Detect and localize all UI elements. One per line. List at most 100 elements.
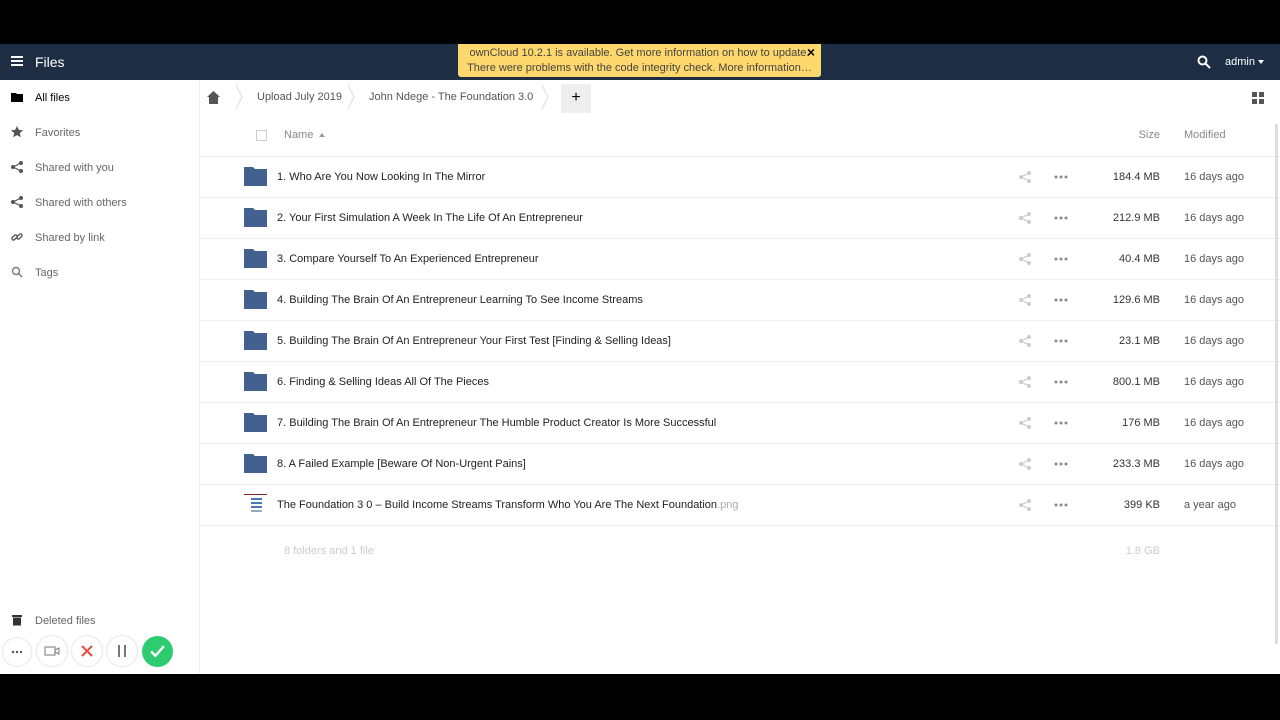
share-icon[interactable] (1019, 294, 1031, 306)
breadcrumb-separator-icon (541, 85, 549, 109)
update-notification[interactable]: ownCloud 10.2.1 is available. Get more i… (458, 44, 821, 77)
folder-icon[interactable] (244, 371, 267, 391)
share-icon[interactable] (1019, 499, 1031, 511)
check-icon (150, 645, 165, 658)
folder-icon[interactable] (244, 412, 267, 432)
file-name[interactable]: The Foundation 3 0 – Build Income Stream… (277, 499, 738, 511)
file-name[interactable]: 4. Building The Brain Of An Entrepreneur… (277, 294, 643, 306)
more-actions-icon[interactable] (1054, 335, 1068, 347)
confirm-button[interactable] (142, 636, 173, 667)
link-icon (11, 233, 23, 241)
column-name-header[interactable]: Name (284, 129, 326, 141)
file-modified: 16 days ago (1184, 294, 1244, 306)
image-thumbnail-icon[interactable] (244, 494, 267, 514)
file-name-base: 3. Compare Yourself To An Experienced En… (277, 253, 539, 265)
file-name-base: 8. A Failed Example [Beware Of Non-Urgen… (277, 458, 526, 470)
file-size: 23.1 MB (1119, 335, 1160, 347)
grid-view-icon[interactable] (1252, 92, 1264, 104)
folder-icon[interactable] (244, 248, 267, 268)
sidebar-item-shared-by-link[interactable]: Shared by link (0, 220, 199, 255)
more-options-button[interactable] (3, 638, 31, 666)
file-modified: 16 days ago (1184, 171, 1244, 183)
table-row[interactable]: The Foundation 3 0 – Build Income Stream… (199, 485, 1280, 526)
file-list: Name Size Modified 1. Who Are You Now Lo… (199, 116, 1280, 574)
breadcrumb-upload-july-2019[interactable]: Upload July 2019 (257, 91, 342, 103)
table-row[interactable]: 6. Finding & Selling Ideas All Of The Pi… (199, 362, 1280, 403)
file-name-base: 6. Finding & Selling Ideas All Of The Pi… (277, 376, 489, 388)
home-icon[interactable] (207, 91, 220, 104)
more-actions-icon[interactable] (1054, 376, 1068, 388)
more-actions-icon[interactable] (1054, 171, 1068, 183)
table-row[interactable]: 5. Building The Brain Of An Entrepreneur… (199, 321, 1280, 362)
more-actions-icon[interactable] (1054, 417, 1068, 429)
search-icon[interactable] (1197, 55, 1211, 69)
folder-icon[interactable] (244, 166, 267, 186)
pause-button[interactable] (107, 636, 137, 666)
top-header: Files ownCloud 10.2.1 is available. Get … (0, 44, 1280, 80)
share-icon[interactable] (1019, 171, 1031, 183)
file-size: 129.6 MB (1112, 294, 1160, 306)
update-notice-text[interactable]: ownCloud 10.2.1 is available. Get more i… (458, 46, 821, 61)
hamburger-menu-icon[interactable] (11, 56, 23, 68)
file-name[interactable]: 6. Finding & Selling Ideas All Of The Pi… (277, 376, 489, 388)
breadcrumb-separator-icon (347, 85, 355, 109)
sidebar-item-all-files[interactable]: All files (0, 80, 199, 115)
file-name[interactable]: 2. Your First Simulation A Week In The L… (277, 212, 583, 224)
table-row[interactable]: 7. Building The Brain Of An Entrepreneur… (199, 403, 1280, 444)
column-size-header[interactable]: Size (1139, 129, 1160, 141)
table-row[interactable]: 3. Compare Yourself To An Experienced En… (199, 239, 1280, 280)
username: admin (1225, 56, 1255, 68)
sidebar-item-shared-with-others[interactable]: Shared with others (0, 185, 199, 220)
more-actions-icon[interactable] (1054, 253, 1068, 265)
share-icon[interactable] (1019, 335, 1031, 347)
file-modified: 16 days ago (1184, 458, 1244, 470)
integrity-notice-text[interactable]: There were problems with the code integr… (458, 61, 821, 76)
folder-icon[interactable] (244, 330, 267, 350)
file-modified: a year ago (1184, 499, 1236, 511)
sidebar-item-favorites[interactable]: Favorites (0, 115, 199, 150)
sidebar-item-label: All files (35, 92, 70, 104)
share-icon[interactable] (1019, 417, 1031, 429)
sidebar-item-shared-with-you[interactable]: Shared with you (0, 150, 199, 185)
more-actions-icon[interactable] (1054, 294, 1068, 306)
more-icon (11, 650, 23, 654)
table-row[interactable]: 1. Who Are You Now Looking In The Mirror… (199, 157, 1280, 198)
sidebar-item-label: Shared with you (35, 162, 114, 174)
folder-icon (11, 93, 23, 102)
table-row[interactable]: 4. Building The Brain Of An Entrepreneur… (199, 280, 1280, 321)
table-row[interactable]: 8. A Failed Example [Beware Of Non-Urgen… (199, 444, 1280, 485)
share-icon[interactable] (1019, 376, 1031, 388)
new-button[interactable]: + (561, 84, 591, 113)
more-actions-icon[interactable] (1054, 458, 1068, 470)
file-name[interactable]: 1. Who Are You Now Looking In The Mirror (277, 171, 485, 183)
folder-icon[interactable] (244, 453, 267, 473)
sidebar-item-label: Shared by link (35, 232, 105, 244)
folder-icon[interactable] (244, 289, 267, 309)
more-actions-icon[interactable] (1054, 212, 1068, 224)
sidebar-item-deleted-files[interactable]: Deleted files (0, 603, 199, 638)
breadcrumb-current-folder[interactable]: John Ndege - The Foundation 3.0 (369, 91, 533, 103)
file-name[interactable]: 8. A Failed Example [Beware Of Non-Urgen… (277, 458, 526, 470)
more-actions-icon[interactable] (1054, 499, 1068, 511)
table-row[interactable]: 2. Your First Simulation A Week In The L… (199, 198, 1280, 239)
file-name[interactable]: 7. Building The Brain Of An Entrepreneur… (277, 417, 716, 429)
column-modified-header[interactable]: Modified (1184, 129, 1226, 141)
file-modified: 16 days ago (1184, 335, 1244, 347)
share-icon[interactable] (1019, 212, 1031, 224)
close-icon[interactable]: × (807, 45, 815, 60)
file-name[interactable]: 3. Compare Yourself To An Experienced En… (277, 253, 539, 265)
select-all-checkbox[interactable] (256, 130, 267, 141)
app-title: Files (35, 54, 65, 70)
folder-icon[interactable] (244, 207, 267, 227)
file-name[interactable]: 5. Building The Brain Of An Entrepreneur… (277, 335, 671, 347)
pause-icon (118, 645, 126, 657)
cancel-button[interactable] (72, 636, 102, 666)
vertical-scrollbar[interactable] (1275, 124, 1278, 644)
star-icon (11, 126, 23, 138)
sidebar-item-tags[interactable]: Tags (0, 255, 199, 290)
user-menu[interactable]: admin (1225, 56, 1264, 68)
share-icon[interactable] (1019, 458, 1031, 470)
camera-button[interactable] (37, 636, 67, 666)
share-icon[interactable] (1019, 253, 1031, 265)
file-modified: 16 days ago (1184, 376, 1244, 388)
